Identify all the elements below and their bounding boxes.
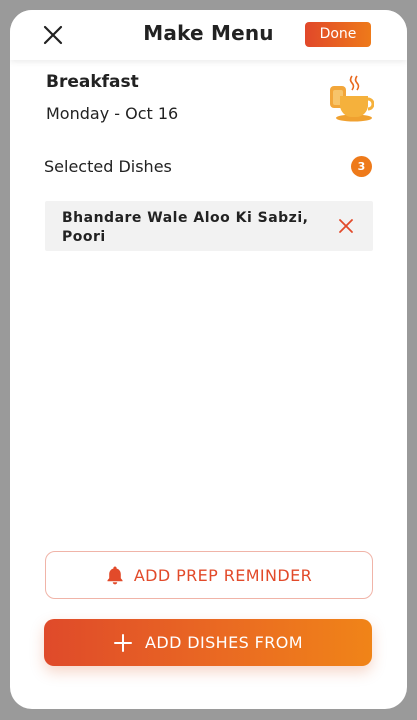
app-screen: Make Menu Done Breakfast Monday - Oct 16… xyxy=(10,10,407,709)
remove-dish-button[interactable] xyxy=(337,217,355,235)
meal-name: Breakfast xyxy=(46,72,139,92)
breakfast-cup-icon xyxy=(326,74,375,122)
dish-count-badge: 3 xyxy=(351,156,372,177)
bell-icon xyxy=(107,566,123,585)
add-dishes-from-button[interactable]: ADD DISHES FROM xyxy=(44,619,372,666)
add-prep-reminder-button[interactable]: ADD PREP REMINDER xyxy=(45,551,373,599)
dish-name: Bhandare Wale Aloo Ki Sabzi, Poori xyxy=(62,210,309,245)
selected-dishes-label: Selected Dishes xyxy=(44,157,172,176)
list-item: Bhandare Wale Aloo Ki Sabzi, Poori xyxy=(45,201,373,251)
add-dishes-from-label: ADD DISHES FROM xyxy=(145,633,303,652)
plus-icon xyxy=(114,633,133,652)
add-prep-reminder-label: ADD PREP REMINDER xyxy=(133,565,313,585)
top-bar: Make Menu Done xyxy=(10,10,407,60)
done-button[interactable]: Done xyxy=(305,22,371,47)
meal-date: Monday - Oct 16 xyxy=(46,104,179,123)
close-icon xyxy=(339,219,353,233)
